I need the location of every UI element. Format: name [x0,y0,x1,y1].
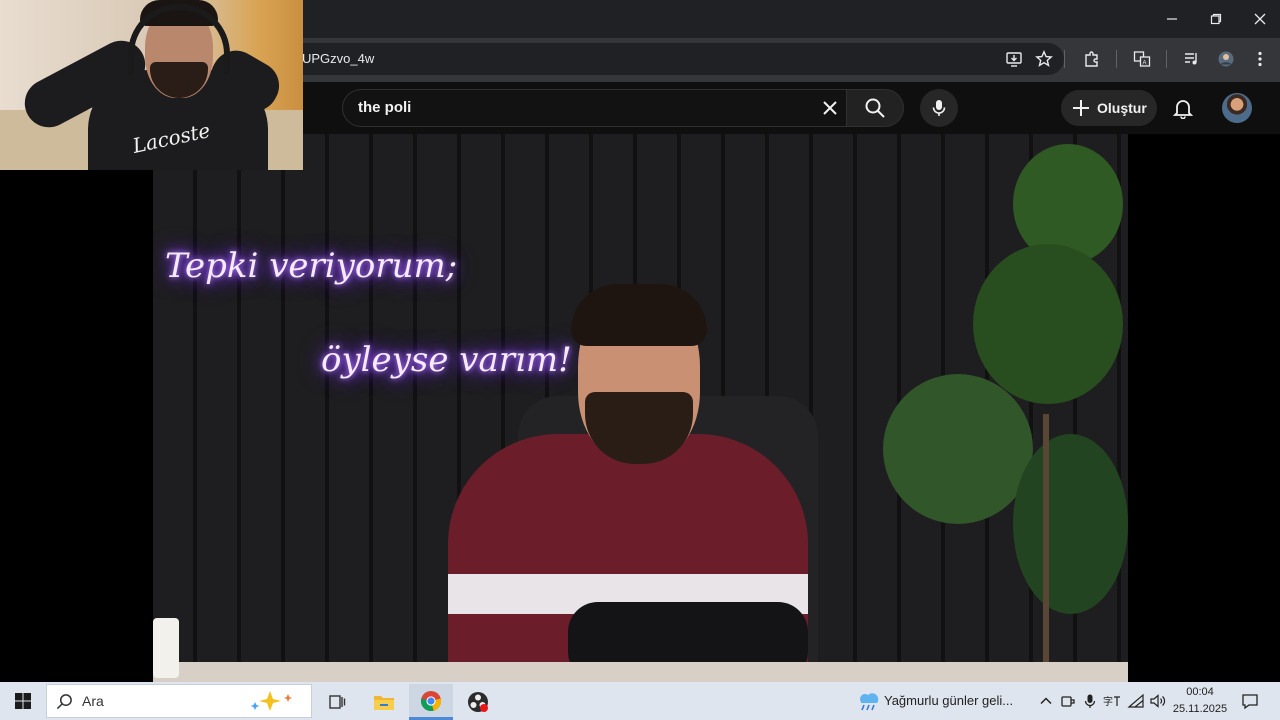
plant-leaves [1013,434,1128,614]
chat-bubble-icon [1242,694,1258,710]
file-explorer-button[interactable] [362,684,406,720]
desk [153,662,1128,682]
task-view-icon [329,695,346,709]
close-window-button[interactable] [1240,4,1280,34]
create-label: Oluştur [1097,100,1147,116]
windows-logo-icon [15,693,31,709]
extensions-icon[interactable] [1080,47,1104,71]
start-button[interactable] [6,686,40,716]
weather-text[interactable]: Yağmurlu günler geli... [884,693,1013,708]
screen: UPGzvo_4w A the poli Oluştur Tepki veriy… [0,0,1280,720]
minimize-icon [1167,18,1177,20]
toolbar-separator [1116,50,1117,68]
svg-text:字: 字 [1103,695,1113,708]
close-icon [1254,13,1266,25]
weather-rain-icon[interactable] [856,689,880,713]
restore-button[interactable] [1196,4,1236,34]
video-player[interactable]: Tepki veriyorum; öyleyse varım! [153,134,1128,682]
neon-sign-line1: Tepki veriyorum; [165,246,458,286]
sparkle-icon [250,691,292,711]
plus-icon [1073,100,1089,116]
plant-leaves [883,374,1033,524]
taskbar-search-placeholder[interactable]: Ara [82,693,104,709]
mic-icon [932,100,946,116]
translate-icon[interactable]: A [1130,47,1154,71]
menu-icon[interactable] [1248,47,1272,71]
webcam-overlay: Lacoste [0,0,303,170]
tray-device-icon[interactable] [1058,690,1078,712]
clock-time[interactable]: 00:04 [1172,686,1228,698]
person-hair [571,284,707,346]
search-query[interactable]: the poli [358,99,411,116]
bell-icon [1172,100,1194,119]
bookmark-star-icon[interactable] [1032,47,1056,71]
clear-icon [823,101,837,115]
toolbar-separator [1064,50,1065,68]
search-input[interactable] [342,89,846,127]
folder-icon [374,696,394,710]
wifi-icon[interactable] [1126,690,1146,712]
task-view-button[interactable] [315,684,359,720]
clock-date[interactable]: 25.11.2025 [1172,703,1228,715]
notification-center-button[interactable] [1240,690,1260,712]
chrome-button[interactable] [409,684,453,720]
restore-icon [1210,13,1222,25]
obs-icon [468,692,488,712]
voice-search-button[interactable] [920,89,958,127]
notifications-button[interactable] [1166,91,1200,125]
avatar[interactable] [1222,93,1252,123]
address-bar[interactable] [280,43,1064,75]
svg-text:A: A [1143,61,1147,67]
chrome-icon [420,690,442,711]
search-icon [56,694,72,710]
search-button[interactable] [846,89,904,127]
chevron-up-icon [1040,697,1052,705]
minimize-button[interactable] [1152,4,1192,34]
microphone-icon[interactable] [1080,690,1100,712]
mug [153,618,179,678]
neon-sign-line2: öyleyse varım! [321,340,572,380]
install-app-icon[interactable] [1002,47,1026,71]
language-icon[interactable]: 字 [1102,690,1122,712]
plant-leaves [973,244,1123,404]
url-text[interactable]: UPGzvo_4w [302,51,374,66]
clear-search-button[interactable] [816,95,844,121]
plant-trunk [1043,414,1049,664]
profile-icon[interactable] [1214,47,1238,71]
show-hidden-icons-button[interactable] [1036,690,1056,712]
search-icon [865,98,885,118]
create-button[interactable]: Oluştur [1061,90,1157,126]
toolbar-separator [1166,50,1167,68]
obs-button[interactable] [456,684,500,720]
media-controls-icon[interactable] [1180,47,1204,71]
volume-icon[interactable] [1148,690,1168,712]
